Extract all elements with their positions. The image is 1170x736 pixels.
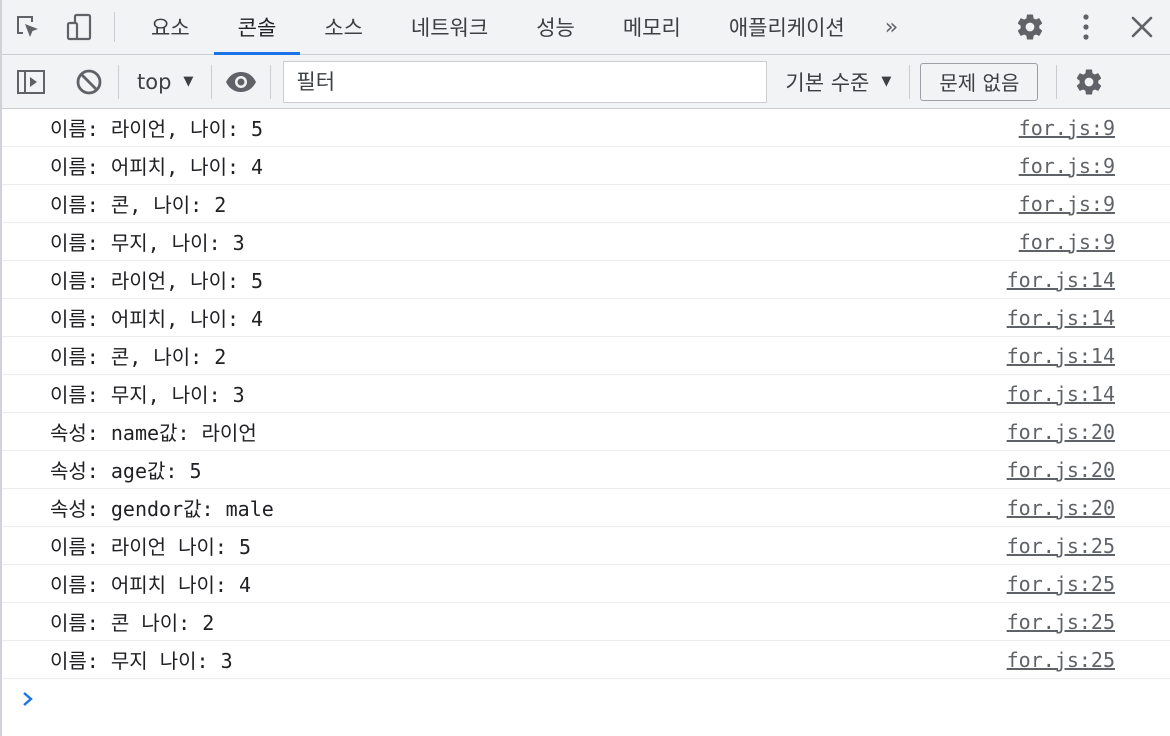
- tab-application[interactable]: 애플리케이션: [705, 0, 869, 54]
- dropdown-caret-icon: ▼: [183, 74, 194, 89]
- console-message-row: 이름: 어피치, 나이: 4 for.js:14: [2, 299, 1170, 337]
- source-link[interactable]: for.js:14: [1007, 306, 1170, 330]
- dropdown-caret-icon: ▼: [881, 74, 892, 89]
- tab-network[interactable]: 네트워크: [387, 0, 512, 54]
- kebab-menu-icon: [1083, 14, 1089, 40]
- console-message-row: 이름: 콘, 나이: 2 for.js:14: [2, 337, 1170, 375]
- inspect-element-button[interactable]: [2, 0, 54, 54]
- console-message-row: 이름: 라이언, 나이: 5 for.js:14: [2, 261, 1170, 299]
- console-message-row: 속성: age값: 5 for.js:20: [2, 451, 1170, 489]
- source-link[interactable]: for.js:25: [1007, 610, 1170, 634]
- source-link[interactable]: for.js:20: [1007, 458, 1170, 482]
- console-message-row: 이름: 무지 나이: 3 for.js:25: [2, 641, 1170, 679]
- panel-tabs: 요소 콘솔 소스 네트워크 성능 메모리 애플리케이션 »: [127, 0, 913, 55]
- block-icon: [76, 69, 102, 94]
- console-toolbar: top ▼ 기본 수준 ▼ 문제 없음: [2, 55, 1170, 109]
- console-message-row: 이름: 무지, 나이: 3 for.js:14: [2, 375, 1170, 413]
- close-devtools-button[interactable]: [1114, 0, 1170, 55]
- console-message-row: 속성: name값: 라이언 for.js:20: [2, 413, 1170, 451]
- device-toolbar-button[interactable]: [54, 0, 106, 54]
- toolbar-divider: [909, 64, 911, 99]
- source-link[interactable]: for.js:20: [1007, 420, 1170, 444]
- source-link[interactable]: for.js:14: [1007, 268, 1170, 292]
- device-mobile-icon: [66, 13, 92, 41]
- console-message-row: 이름: 무지, 나이: 3 for.js:9: [2, 223, 1170, 261]
- chevron-right-icon: [23, 692, 33, 706]
- source-link[interactable]: for.js:9: [1019, 192, 1170, 216]
- source-link[interactable]: for.js:25: [1007, 648, 1170, 672]
- console-message-row: 이름: 콘 나이: 2 for.js:25: [2, 603, 1170, 641]
- source-link[interactable]: for.js:14: [1007, 344, 1170, 368]
- source-link[interactable]: for.js:25: [1007, 572, 1170, 596]
- source-link[interactable]: for.js:25: [1007, 534, 1170, 558]
- source-link[interactable]: for.js:20: [1007, 496, 1170, 520]
- console-message-row: 이름: 어피치, 나이: 4 for.js:9: [2, 147, 1170, 185]
- gear-icon: [1017, 14, 1043, 40]
- source-link[interactable]: for.js:9: [1019, 154, 1170, 178]
- source-link[interactable]: for.js:9: [1019, 116, 1170, 140]
- eye-icon: [226, 71, 257, 92]
- source-link[interactable]: for.js:9: [1019, 230, 1170, 254]
- tab-memory[interactable]: 메모리: [599, 0, 705, 54]
- gear-icon: [1077, 69, 1102, 95]
- close-icon: [1131, 16, 1153, 38]
- sidebar-toggle-icon: [17, 69, 45, 94]
- more-tabs-button[interactable]: »: [869, 0, 913, 54]
- filter-input[interactable]: [283, 60, 768, 103]
- devtools-tabbar: 요소 콘솔 소스 네트워크 성능 메모리 애플리케이션 »: [2, 0, 1170, 55]
- console-message-row: 속성: gendor값: male for.js:20: [2, 489, 1170, 527]
- source-link[interactable]: for.js:14: [1007, 382, 1170, 406]
- console-prompt[interactable]: [2, 679, 1170, 719]
- toolbar-divider: [270, 64, 272, 99]
- tab-elements[interactable]: 요소: [127, 0, 214, 54]
- console-message-row: 이름: 어피치 나이: 4 for.js:25: [2, 565, 1170, 603]
- issues-button[interactable]: 문제 없음: [920, 62, 1039, 101]
- more-options-button[interactable]: [1058, 0, 1114, 55]
- tab-console[interactable]: 콘솔: [213, 0, 301, 55]
- console-messages: 이름: 라이언, 나이: 5 for.js:9 이름: 어피치, 나이: 4 for…: [2, 109, 1170, 719]
- clear-console-button[interactable]: [60, 55, 118, 109]
- console-message-row: 이름: 라이언 나이: 5 for.js:25: [2, 527, 1170, 565]
- inspect-cursor-icon: [17, 16, 38, 37]
- log-levels-dropdown[interactable]: 기본 수준 ▼: [767, 55, 909, 109]
- tab-sources[interactable]: 소스: [300, 0, 387, 54]
- devtools-window: 요소 콘솔 소스 네트워크 성능 메모리 애플리케이션 » top ▼ 필터 기…: [0, 0, 1170, 736]
- console-settings-button[interactable]: [1057, 55, 1121, 109]
- show-sidebar-button[interactable]: [2, 55, 60, 109]
- toolbar-divider: [114, 12, 115, 42]
- tab-performance[interactable]: 성능: [512, 0, 599, 54]
- console-message-row: 이름: 콘, 나이: 2 for.js:9: [2, 185, 1170, 223]
- settings-button[interactable]: [1002, 0, 1058, 55]
- console-message-row: 이름: 라이언, 나이: 5 for.js:9: [2, 109, 1170, 147]
- context-selector[interactable]: top ▼: [119, 55, 211, 109]
- live-expression-button[interactable]: [212, 55, 270, 109]
